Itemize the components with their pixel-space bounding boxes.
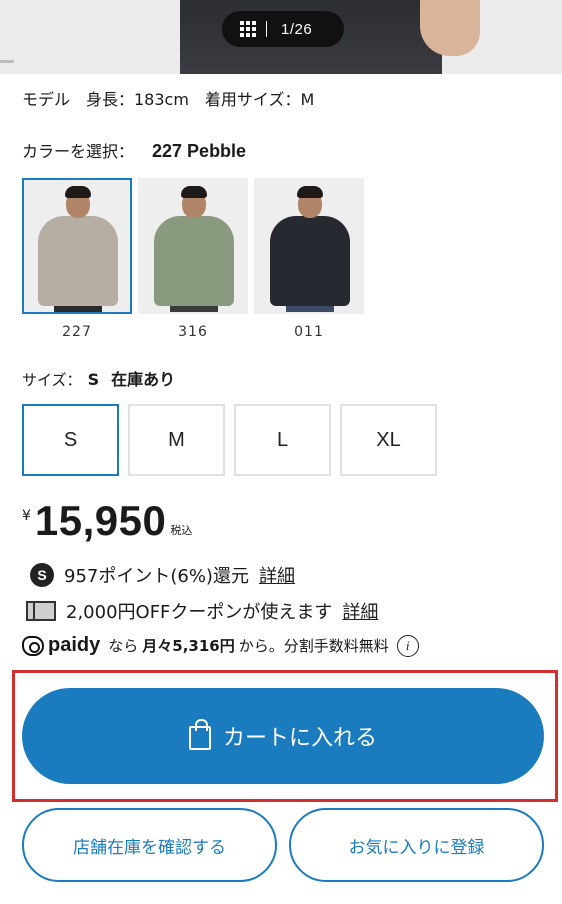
swatch-hair [297, 186, 323, 198]
color-swatches: 227 316 011 [22, 178, 364, 340]
size-options: S M L XL [22, 404, 437, 476]
size-button-xl[interactable]: XL [340, 404, 437, 476]
paidy-logo: paidy [22, 634, 100, 657]
price: ¥ 15,950 税込 [22, 500, 192, 542]
color-label-text: カラーを選択： [22, 142, 135, 161]
swatch-code: 316 [178, 324, 208, 340]
size-button-s[interactable]: S [22, 404, 119, 476]
size-button-l[interactable]: L [234, 404, 331, 476]
swatch-hair [181, 186, 207, 198]
grid-icon [240, 21, 258, 37]
points-text: 957ポイント(6%)還元 [64, 566, 249, 587]
paidy-suffix: から。分割手数料無料 [238, 637, 389, 655]
paidy-logo-text: paidy [48, 634, 101, 656]
swatch-code: 227 [62, 324, 92, 340]
info-icon[interactable]: i [396, 634, 419, 657]
swatch-jacket [154, 216, 234, 306]
size-button-m[interactable]: M [128, 404, 225, 476]
color-swatch-316[interactable]: 316 [138, 178, 248, 340]
price-amount: 15,950 [34, 497, 167, 544]
currency-symbol: ¥ [22, 508, 31, 524]
coupon-icon [26, 601, 56, 621]
secondary-actions: 店舗在庫を確認する お気に入りに登録 [22, 808, 544, 882]
swatch-jacket [38, 216, 118, 306]
tax-label: 税込 [170, 524, 193, 537]
coupon-row: 2,000円OFFクーポンが使えます 詳細 [26, 598, 378, 624]
color-swatch-011[interactable]: 011 [254, 178, 364, 340]
counter-divider [266, 21, 267, 37]
swatch-image [254, 178, 364, 314]
stock-status: 在庫あり [111, 370, 176, 389]
color-swatch-227[interactable]: 227 [22, 178, 132, 340]
size-selector-label: サイズ： S 在庫あり [22, 366, 175, 390]
image-counter-text: 1/26 [281, 20, 313, 38]
paidy-row: paidy なら 月々5,316円 から。分割手数料無料 i [22, 634, 419, 657]
swatch-image [22, 178, 132, 314]
check-store-stock-button[interactable]: 店舗在庫を確認する [22, 808, 277, 882]
coupon-text: 2,000円OFFクーポンが使えます [66, 602, 333, 623]
points-detail-link[interactable]: 詳細 [259, 562, 295, 588]
swatch-hair [65, 186, 91, 198]
paidy-prefix: なら [108, 637, 139, 655]
coupon-detail-link[interactable]: 詳細 [342, 598, 378, 624]
carousel-edge [0, 60, 14, 63]
model-info: モデル 身長：183cm 着用サイズ：M [22, 90, 315, 109]
color-selector-label: カラーを選択： 227 Pebble [22, 138, 246, 162]
add-favorite-button[interactable]: お気に入りに登録 [289, 808, 544, 882]
product-image-carousel[interactable]: 1/26 [0, 0, 562, 74]
swatch-jacket [270, 216, 350, 306]
paidy-mark-icon [22, 635, 44, 656]
model-hand [420, 0, 480, 56]
shopping-bag-icon [188, 719, 211, 750]
points-icon: S [30, 563, 54, 587]
image-counter[interactable]: 1/26 [222, 11, 344, 47]
add-to-cart-button[interactable]: カートに入れる [22, 688, 544, 784]
swatch-image [138, 178, 248, 314]
swatch-code: 011 [294, 324, 324, 340]
paidy-monthly: 月々5,316円 [142, 637, 235, 655]
add-to-cart-label: カートに入れる [222, 726, 377, 751]
selected-color: 227 Pebble [152, 141, 247, 161]
size-label-text: サイズ： [22, 371, 82, 389]
selected-size: S [87, 370, 100, 389]
points-row: S 957ポイント(6%)還元 詳細 [30, 562, 295, 588]
